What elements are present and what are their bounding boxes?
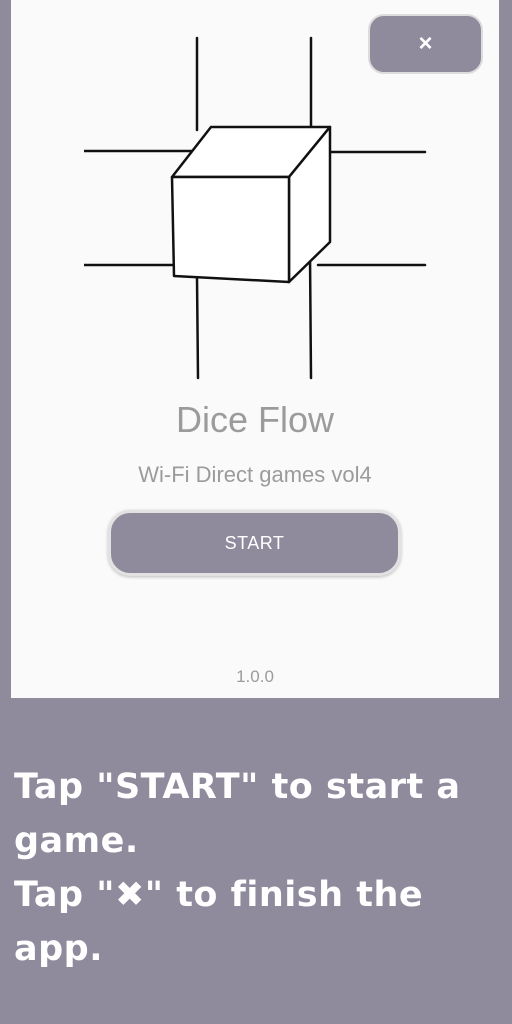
app-title: Dice Flow: [175, 399, 335, 440]
version-label: 1.0.0: [236, 667, 274, 686]
instruction-finish: Tap "✖" to finish the app.: [14, 875, 424, 969]
start-button[interactable]: START: [108, 510, 401, 576]
app-subtitle: Wi-Fi Direct games vol4: [138, 462, 372, 487]
instructions-text: Tap "START" to start a game. Tap "✖" to …: [14, 760, 504, 976]
instruction-start: Tap "START" to start a game.: [14, 767, 461, 861]
dice-grid-icon: [84, 36, 427, 380]
